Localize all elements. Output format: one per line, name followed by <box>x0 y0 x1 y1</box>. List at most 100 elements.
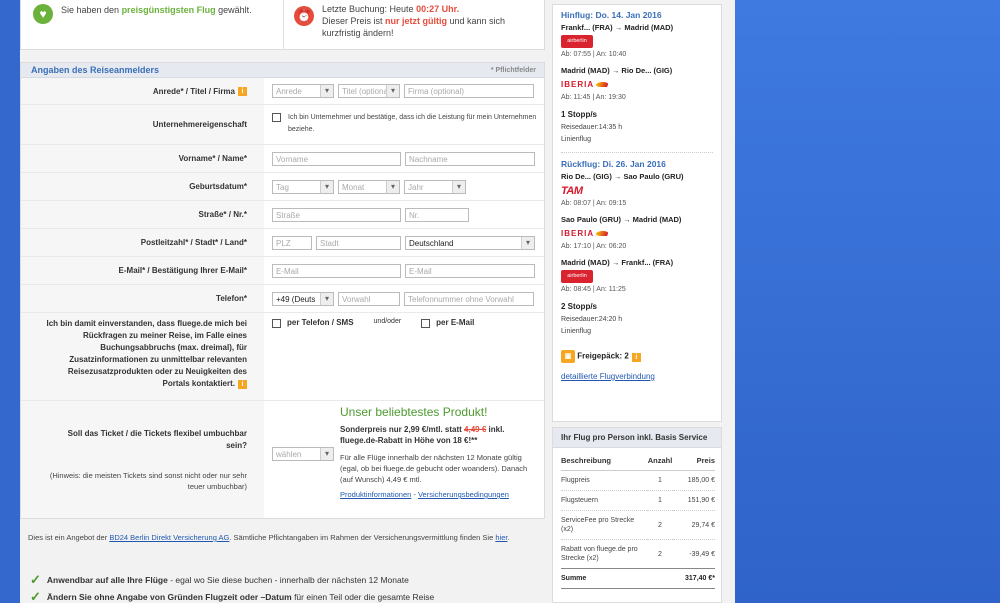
country-code-select[interactable]: +49 (Deuts <box>272 291 334 306</box>
anrede-select[interactable]: Anrede <box>272 84 334 98</box>
price-valid-bold: nur jetzt gültig <box>385 16 448 26</box>
flex-ticket-row: Soll das Ticket / die Tickets flexibel u… <box>21 401 544 518</box>
telefon-fields: +49 (Deuts Vorwahl Telefonnummer ohne Vo… <box>264 285 544 312</box>
disclaimer-text: Dies ist ein Angebot der <box>28 533 110 542</box>
outbound-summary: 1 Stopp/s Reisedauer:14:35 h Linienflug <box>561 109 713 146</box>
duration: Reisedauer:14:35 h <box>561 124 623 131</box>
col-count: Anzahl <box>647 454 673 471</box>
strasse-fields: Straße Nr. <box>264 201 544 228</box>
firma-input[interactable]: Firma (optional) <box>404 84 534 98</box>
jahr-select[interactable]: Jahr <box>404 179 466 194</box>
flight-times: Ab: 08:07 | An: 09:15 <box>561 200 627 207</box>
iberia-logo: IBERIA <box>561 80 595 89</box>
row-description: Rabatt von fluege.de pro Strecke (x2) <box>561 539 647 569</box>
insurer-link[interactable]: BD24 Berlin Direkt Versicherung AG <box>109 533 229 542</box>
strasse-input[interactable]: Straße <box>272 207 401 222</box>
stadt-input[interactable]: Stadt <box>316 235 401 250</box>
product-title: Unser beliebtestes Produkt! <box>340 405 488 419</box>
notice-text-end: gewählt. <box>215 5 252 15</box>
sum-label: Summe <box>561 568 647 589</box>
airberlin-logo: airberlin <box>561 270 593 283</box>
product-description: Für alle Flüge innerhalb der nächsten 12… <box>340 453 528 484</box>
benefit-bold: Ändern Sie ohne Angabe von Gründen Flugz… <box>46 592 292 602</box>
unternehmer-checkbox[interactable] <box>272 113 281 122</box>
outbound-heading: Hinflug: Do. 14. Jan 2016 <box>561 10 662 20</box>
row-price: -39,49 € <box>673 539 715 569</box>
name-label: Vorname* / Name* <box>21 145 264 172</box>
table-row: Flugpreis 1 185,00 € <box>561 470 715 491</box>
flight-times: Ab: 17:10 | An: 06:20 <box>561 243 627 250</box>
geburt-label: Geburtsdatum* <box>21 173 264 200</box>
baggage-info: ▣ Freigepäck: 2i <box>561 350 713 363</box>
email-confirm-input[interactable]: E-Mail <box>405 263 535 278</box>
details-link-wrap: detaillierte Flugverbindung <box>561 371 713 381</box>
baggage-label: Freigepäck: 2 <box>577 351 629 361</box>
strasse-row: Straße* / Nr.* Straße Nr. <box>21 201 544 229</box>
row-count: 1 <box>647 490 673 511</box>
cheapest-flight-notice: ♥ Sie haben den preisgünstigsten Flug ge… <box>33 4 283 24</box>
table-row: ServiceFee pro Strecke (x2) 2 29,74 € <box>561 510 715 540</box>
disclaimer-here-link[interactable]: hier <box>495 533 507 542</box>
row-price: 151,90 € <box>673 490 715 511</box>
row-price: 185,00 € <box>673 470 715 491</box>
return-heading: Rückflug: Di. 26. Jan 2016 <box>561 159 666 169</box>
insurance-terms-link[interactable]: Versicherungsbedingungen <box>418 490 509 499</box>
airline-logo: IBERIA <box>561 78 713 91</box>
airberlin-logo: airberlin <box>561 35 593 48</box>
flight-route: Rio De... (GIG) → Sao Paulo (GRU) <box>561 172 684 181</box>
consent-phone-checkbox[interactable] <box>272 319 281 328</box>
plz-fields: PLZ Stadt Deutschland <box>264 229 544 256</box>
telefonnummer-input[interactable]: Telefonnummer ohne Vorwahl <box>404 291 534 306</box>
monat-select[interactable]: Monat <box>338 179 400 194</box>
last-booking-time: 00:27 Uhr. <box>416 4 460 14</box>
consent-email-checkbox[interactable] <box>421 319 431 328</box>
benefit-text: Anwendbar auf alle Ihre Flüge - egal wo … <box>47 575 409 585</box>
iberia-swoosh-icon <box>595 82 610 87</box>
tag-select[interactable]: Tag <box>272 179 334 194</box>
benefit-bullet: ✓ Ändern Sie ohne Angabe von Gründen Flug… <box>30 589 434 603</box>
land-select[interactable]: Deutschland <box>405 235 535 250</box>
hausnummer-input[interactable]: Nr. <box>405 207 469 222</box>
benefit-bullet: ✓ Anwendbar auf alle Ihre Flüge - egal wo… <box>30 572 409 588</box>
suitcase-icon: ▣ <box>561 350 575 363</box>
row-count: 2 <box>647 510 673 540</box>
sum-value: 317,40 €* <box>673 568 715 589</box>
plz-row: Postleitzahl* / Stadt* / Land* PLZ Stadt… <box>21 229 544 257</box>
info-icon[interactable]: i <box>631 352 641 362</box>
traveler-form: Angaben des Reiseanmelders * Pflichtfeld… <box>20 62 545 519</box>
info-strip: ♥ Sie haben den preisgünstigsten Flug ge… <box>20 0 545 50</box>
airline-logo: airberlin <box>561 270 713 283</box>
info-icon[interactable]: i <box>238 380 247 389</box>
product-links: Produktinformationen - Versicherungsbedi… <box>340 489 534 500</box>
consent-label: Ich bin damit einverstanden, dass fluege… <box>21 313 264 400</box>
geburt-fields: Tag Monat Jahr <box>264 173 544 200</box>
airline-logo: TAM <box>561 184 713 197</box>
stops: 2 Stopp/s <box>561 302 598 311</box>
anrede-row: Anrede* / Titel / Firmai Anrede Titel (o… <box>21 78 544 105</box>
vorwahl-input[interactable]: Vorwahl <box>338 291 400 306</box>
consent-fields: per Telefon / SMS und/oder per E-Mail <box>264 313 544 400</box>
product-info-link[interactable]: Produktinformationen <box>340 490 411 499</box>
name-fields: Vorname Nachname <box>264 145 544 172</box>
sum-count <box>647 568 673 589</box>
flex-ticket-select[interactable]: wählen <box>272 447 334 461</box>
plz-label: Postleitzahl* / Stadt* / Land* <box>21 229 264 256</box>
benefit-text: Ändern Sie ohne Angabe von Gründen Flugz… <box>47 592 434 602</box>
flight-type: Linienflug <box>561 328 591 335</box>
price-table-header: Beschreibung Anzahl Preis <box>561 454 715 471</box>
product-price-text: Sonderpreis nur 2,99 €/mtl. statt <box>340 425 465 434</box>
vorname-input[interactable]: Vorname <box>272 151 401 166</box>
tam-logo: TAM <box>561 184 583 197</box>
email-input[interactable]: E-Mail <box>272 263 401 278</box>
titel-select[interactable]: Titel (optional) <box>338 84 400 98</box>
flight-times: Ab: 11:45 | An: 19:30 <box>561 94 626 101</box>
flight-details-link[interactable]: detaillierte Flugverbindung <box>561 372 655 381</box>
last-booking-notice: ⏰ Letzte Buchung: Heute 00:27 Uhr. Diese… <box>283 0 545 50</box>
consent-row: Ich bin damit einverstanden, dass fluege… <box>21 313 544 401</box>
info-icon[interactable]: i <box>238 86 247 96</box>
price-valid-text: Dieser Preis ist <box>322 16 386 26</box>
plz-input[interactable]: PLZ <box>272 235 312 250</box>
flight-route: Madrid (MAD) → Rio De... (GIG) <box>561 66 673 75</box>
nachname-input[interactable]: Nachname <box>405 151 535 166</box>
product-old-price: 4,49 € <box>464 425 487 434</box>
